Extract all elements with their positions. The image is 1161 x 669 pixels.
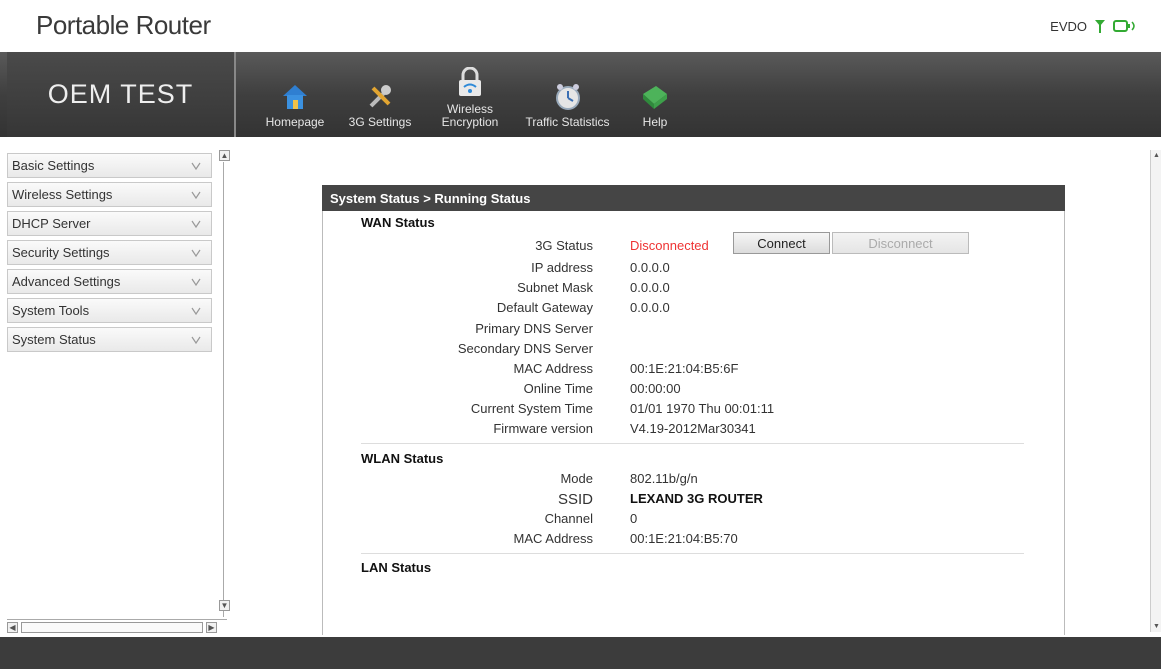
status-badge: Disconnected (630, 238, 709, 253)
wan-mac-row: MAC Address 00:1E:21:04:B5:6F (513, 361, 739, 376)
wan-firmware-row: Firmware version V4.19-2012Mar30341 (493, 421, 756, 436)
lock-wifi-icon (459, 67, 481, 96)
sidebar-item-label: Security Settings (12, 245, 110, 260)
wan-primary-dns-row: Primary DNS Server (475, 321, 593, 336)
nav-traffic-statistics[interactable]: Traffic Statistics (510, 52, 625, 137)
brand-logo: OEM TEST (7, 52, 236, 137)
scroll-down-button[interactable]: ▼ (219, 600, 230, 611)
network-status: EVDO (1050, 18, 1137, 34)
tools-icon (369, 85, 391, 108)
header-bar: OEM TEST Homepage 3G Settings Wireless En (0, 52, 1161, 137)
status-content: WAN Status 3G Status Disconnected Connec… (322, 211, 1065, 635)
sidebar-menu: Basic Settings Wireless Settings DHCP Se… (7, 153, 212, 356)
sidebar-item-label: System Tools (12, 303, 90, 318)
chevron-down-icon (191, 220, 201, 228)
sidebar-horizontal-scrollbar[interactable]: ◀ ▶ (7, 619, 227, 634)
chevron-down-icon (191, 191, 201, 199)
sidebar-vertical-scrollbar[interactable]: ▲ ▼ (215, 150, 233, 632)
scroll-left-button[interactable]: ◀ (7, 622, 18, 633)
chevron-down-icon (191, 336, 201, 344)
sidebar-item-system-status[interactable]: System Status (7, 327, 212, 352)
wlan-mac-row: MAC Address 00:1E:21:04:B5:70 (513, 531, 738, 546)
scroll-right-button[interactable]: ▶ (206, 622, 217, 633)
sidebar-item-label: DHCP Server (12, 216, 91, 231)
sidebar-item-security-settings[interactable]: Security Settings (7, 240, 212, 265)
wlan-mode-row: Mode 802.11b/g/n (560, 471, 698, 486)
connection-status-icon (1113, 20, 1135, 32)
section-divider (361, 553, 1024, 554)
wlan-status-title: WLAN Status (361, 451, 444, 466)
sidebar-item-wireless-settings[interactable]: Wireless Settings (7, 182, 212, 207)
wan-status-title: WAN Status (361, 215, 435, 230)
scroll-up-arrow-icon[interactable]: ▲ (1153, 152, 1160, 159)
scroll-down-arrow-icon[interactable]: ▼ (1153, 623, 1160, 630)
app-title: Portable Router (36, 10, 211, 40)
nav-wireless-encryption[interactable]: Wireless Encryption (430, 52, 510, 137)
disconnect-button[interactable]: Disconnect (832, 232, 969, 254)
chevron-down-icon (191, 249, 201, 257)
wan-online-time-row: Online Time 00:00:00 (523, 381, 681, 396)
wan-secondary-dns-row: Secondary DNS Server (457, 341, 593, 356)
sidebar-item-dhcp-server[interactable]: DHCP Server (7, 211, 212, 236)
sidebar-item-label: Wireless Settings (12, 187, 113, 202)
wlan-ssid-row: SSID LEXAND 3G ROUTER (557, 491, 763, 508)
top-bar: Portable Router EVDO (0, 0, 1161, 52)
footer-bar (0, 637, 1161, 669)
scrollbar-track (223, 162, 224, 617)
chevron-down-icon (191, 307, 201, 315)
scrollbar-thumb[interactable] (21, 622, 203, 633)
nav-3g-settings[interactable]: 3G Settings (330, 52, 430, 137)
clock-icon (555, 84, 580, 110)
signal-antenna-icon (1095, 20, 1105, 33)
sidebar-item-label: Basic Settings (12, 158, 95, 173)
chevron-down-icon (191, 162, 201, 170)
sidebar-item-label: System Status (12, 332, 96, 347)
network-type-label: EVDO (1050, 18, 1087, 34)
home-icon (283, 85, 307, 109)
sidebar-item-system-tools[interactable]: System Tools (7, 298, 212, 323)
help-book-icon (643, 86, 667, 109)
nav-help[interactable]: Help (625, 52, 685, 137)
running-status-panel: System Status > Running Status WAN Statu… (322, 185, 1065, 635)
scroll-up-button[interactable]: ▲ (219, 150, 230, 161)
main-nav: Homepage 3G Settings WirelessEncryption (260, 52, 685, 137)
sidebar-item-advanced-settings[interactable]: Advanced Settings (7, 269, 212, 294)
wan-system-time-row: Current System Time 01/01 1970 Thu 00:01:… (470, 401, 775, 416)
sidebar-item-basic-settings[interactable]: Basic Settings (7, 153, 212, 178)
lan-status-title: LAN Status (361, 560, 432, 575)
main-vertical-scrollbar[interactable]: ▲ ▼ (1150, 150, 1161, 632)
sidebar-item-label: Advanced Settings (12, 274, 121, 289)
wan-ip-row: IP address 0.0.0.0 (531, 260, 670, 275)
wan-gateway-row: Default Gateway 0.0.0.0 (496, 300, 670, 315)
wlan-channel-row: Channel 0 (544, 511, 638, 526)
chevron-down-icon (191, 278, 201, 286)
wan-subnet-row: Subnet Mask 0.0.0.0 (517, 280, 670, 295)
section-divider (361, 443, 1024, 444)
breadcrumb: System Status > Running Status (322, 185, 1065, 211)
connect-button[interactable]: Connect (733, 232, 830, 254)
nav-homepage[interactable]: Homepage (260, 52, 330, 137)
